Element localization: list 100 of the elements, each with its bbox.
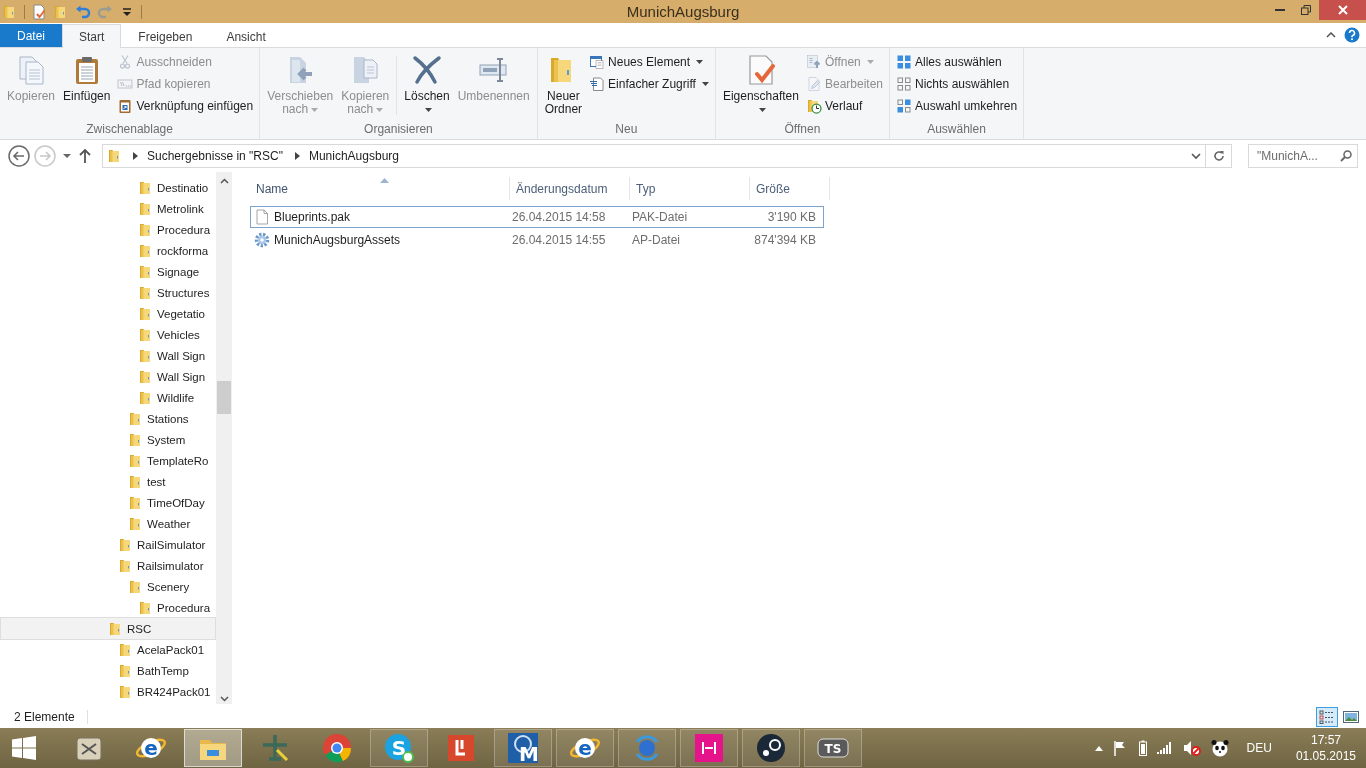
tree-item[interactable]: Stations [1, 408, 215, 429]
ribbon-button[interactable]: Löschen [401, 52, 453, 121]
address-bar[interactable]: Suchergebnisse in "RSC" MunichAugsburg [102, 144, 1206, 168]
ribbon-button[interactable]: Neues Element [587, 54, 711, 70]
group-label: Organisieren [363, 121, 434, 138]
tree-item[interactable]: Metrolink [1, 198, 215, 219]
column-header[interactable]: Typ [630, 177, 750, 200]
tree-item[interactable]: TemplateRo [1, 450, 215, 471]
taskbar-button[interactable] [742, 729, 800, 767]
tree-item[interactable]: RailSimulator [1, 534, 215, 555]
file-menu-tab[interactable]: Datei [0, 24, 62, 47]
back-icon [8, 145, 30, 167]
close-button[interactable] [1319, 0, 1366, 20]
select-all-icon [896, 54, 912, 70]
page-check-icon[interactable] [31, 3, 47, 20]
ribbon-button[interactable]: Auswahl umkehren [894, 98, 1020, 114]
tree-item[interactable]: RSC [1, 618, 215, 639]
ribbon-button[interactable]: Alles auswählen [894, 54, 1020, 70]
show-hidden-icons[interactable] [1094, 745, 1103, 751]
tree-item[interactable]: test [1, 471, 215, 492]
table-cell-text: 3'190 KB [766, 210, 817, 224]
language-indicator[interactable]: DEU [1246, 741, 1272, 755]
item-count: 2 Elemente [14, 710, 88, 724]
up-icon[interactable] [78, 148, 92, 164]
back-button[interactable] [8, 145, 30, 167]
table-cell-text: PAK-Datei [631, 210, 689, 224]
refresh-icon [1212, 150, 1225, 162]
ribbon-button[interactable]: Eigenschaften [719, 52, 802, 121]
circle-logo-icon [321, 732, 353, 764]
scroll-down-icon[interactable] [219, 696, 229, 702]
taskbar-button[interactable]: M [494, 729, 552, 767]
column-header[interactable]: Größe [750, 177, 830, 200]
taskbar-button[interactable]: e [556, 729, 614, 767]
file-name[interactable]: MunichAugsburgAssets [251, 232, 507, 248]
battery-icon[interactable] [1138, 740, 1147, 756]
tree-item[interactable]: BathTemp [1, 660, 215, 681]
path-icon [117, 76, 134, 92]
tree-item[interactable]: Wildlife [1, 387, 215, 408]
tree-item[interactable]: Scenery [1, 576, 215, 597]
group-label: Auswählen [926, 121, 987, 138]
tree-item[interactable]: BR424Pack01 [1, 681, 215, 702]
steering-wheel-icon: M [507, 732, 539, 764]
windows-logo-icon [12, 736, 36, 760]
ribbon-button[interactable]: Verlauf [803, 98, 885, 114]
ribbon-tab[interactable]: Start [62, 24, 122, 48]
signal-icon[interactable] [1156, 742, 1173, 754]
refresh-button[interactable] [1206, 144, 1232, 168]
ribbon-button[interactable]: Einfacher Zugriff [587, 76, 711, 92]
ribbon-button[interactable]: Neuer Ordner [541, 52, 586, 121]
group-label: Öffnen [783, 121, 822, 138]
help-icon[interactable] [1344, 27, 1360, 43]
ribbon-button[interactable]: Einfügen [60, 52, 114, 121]
tree-item[interactable]: Destinatio [1, 177, 215, 198]
gear-icon [254, 232, 270, 248]
tree-item[interactable]: Railsimulator [1, 555, 215, 576]
clock-time[interactable]: 17:57 [1310, 732, 1341, 748]
file-row[interactable]: Blueprints.pak 26.04.2015 14:58 PAK-Datei 3'190 KB [250, 206, 824, 228]
clock-date[interactable]: 01.05.2015 [1295, 748, 1356, 764]
column-header[interactable]: Änderungsdatum [510, 177, 630, 200]
tree-item[interactable]: AcelaPack01 [1, 639, 215, 660]
tree-item[interactable]: Procedura [1, 219, 215, 240]
close-icon [1337, 5, 1348, 15]
restore-icon [1301, 5, 1311, 15]
file-name[interactable]: Blueprints.pak [251, 209, 507, 225]
column-header[interactable]: Name [250, 177, 510, 200]
file-row[interactable]: MunichAugsburgAssets 26.04.2015 14:55 AP-Datei 874'394 KB [250, 229, 824, 251]
scrollbar[interactable] [216, 172, 232, 704]
taskbar-button[interactable]: e [122, 729, 180, 767]
minimize-icon [1275, 9, 1285, 11]
group-label: Zwischenablage [85, 121, 174, 138]
ribbon-button[interactable]: Nichts auswählen [894, 76, 1020, 92]
page-lines-icon [589, 76, 606, 92]
ribbon-tab[interactable]: Ansicht [209, 25, 283, 48]
ribbon-tab[interactable]: Freigeben [121, 25, 210, 48]
tree-item[interactable]: Vehicles [1, 324, 215, 345]
scrollbar-thumb[interactable] [217, 381, 231, 414]
tree-item[interactable]: Wall Sign [1, 366, 215, 387]
speaker-icon[interactable] [1182, 740, 1201, 756]
collapse-ribbon-icon[interactable] [1326, 32, 1336, 38]
search-icon[interactable] [1340, 150, 1352, 162]
tree-item[interactable]: Structures [1, 282, 215, 303]
tree-item[interactable]: Weather [1, 513, 215, 534]
view-button[interactable] [1316, 707, 1338, 727]
scroll-up-icon[interactable] [219, 178, 229, 184]
forward-icon [34, 145, 56, 167]
taskbar-button[interactable]: TS [804, 729, 862, 767]
tree-item[interactable]: Vegetatio [1, 303, 215, 324]
ribbon-button[interactable]: Verknüpfung einfügen [115, 98, 256, 114]
breadcrumb[interactable]: Suchergebnisse in "RSC" [131, 149, 285, 163]
dropdown-icon[interactable] [1191, 152, 1201, 160]
select-none-icon [896, 76, 912, 92]
search-field[interactable]: "MunichA... [1248, 144, 1358, 168]
tree-item[interactable]: rockforma [1, 240, 215, 261]
panda-icon[interactable] [1210, 739, 1229, 757]
picture-view-icon [1343, 710, 1359, 724]
breadcrumb[interactable]: MunichAugsburg [292, 149, 401, 163]
tree-item[interactable]: TimeOfDay [1, 492, 215, 513]
tree-item[interactable]: System [1, 429, 215, 450]
tree-item[interactable]: Wall Sign [1, 345, 215, 366]
tree-item[interactable]: Signage [1, 261, 215, 282]
